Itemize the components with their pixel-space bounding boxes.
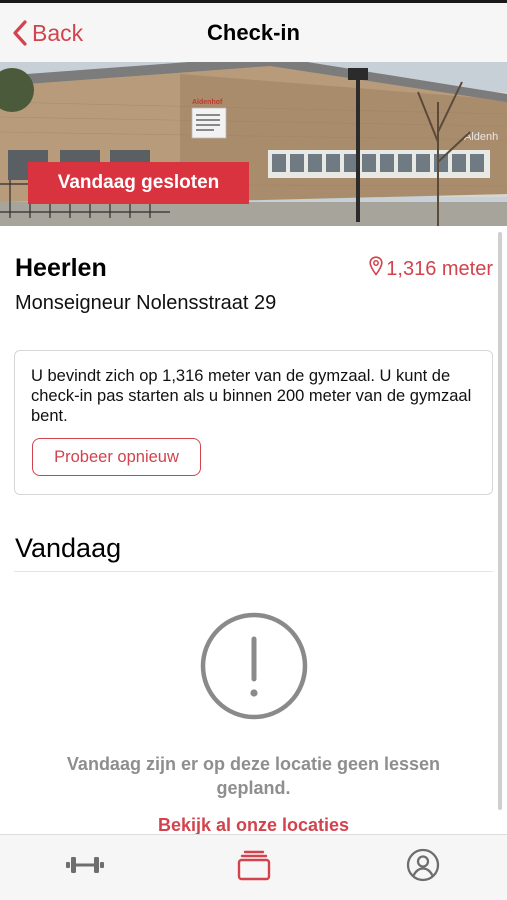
building-sign: Aldenhof <box>192 99 223 106</box>
tab-profile[interactable] <box>403 848 443 887</box>
empty-state-message: Vandaag zijn er op deze locatie geen les… <box>66 754 441 798</box>
all-locations-link[interactable]: Bekijk al onze locaties <box>0 815 507 836</box>
section-divider <box>14 571 493 572</box>
scrollbar[interactable] <box>498 232 502 810</box>
today-heading: Vandaag <box>15 533 122 563</box>
page-title: Check-in <box>207 20 300 45</box>
tab-workouts[interactable] <box>65 849 105 885</box>
exclamation-circle-icon <box>199 611 309 726</box>
tab-checkin[interactable] <box>234 849 274 885</box>
profile-icon <box>406 848 440 887</box>
map-pin-icon <box>369 256 386 282</box>
location-address: Monseigneur Nolensstraat 29 <box>15 292 277 314</box>
distance-indicator: 1,316 meter <box>369 256 493 282</box>
location-name: Heerlen <box>15 254 107 282</box>
dumbbell-icon <box>65 853 105 882</box>
status-badge: Vandaag gesloten <box>28 162 249 204</box>
distance-value: 1,316 meter <box>386 257 493 280</box>
distance-message: U bevindt zich op 1,316 meter van de gym… <box>31 367 472 425</box>
location-photo: Aldenhof Aldenh Vandaag gesloten <box>0 62 507 226</box>
distance-info-card: U bevindt zich op 1,316 meter van de gym… <box>14 350 493 495</box>
navigation-bar: Back Check-in <box>0 3 507 62</box>
retry-button[interactable]: Probeer opnieuw <box>32 438 201 476</box>
tab-bar <box>0 834 507 900</box>
cards-stack-icon <box>236 849 272 886</box>
